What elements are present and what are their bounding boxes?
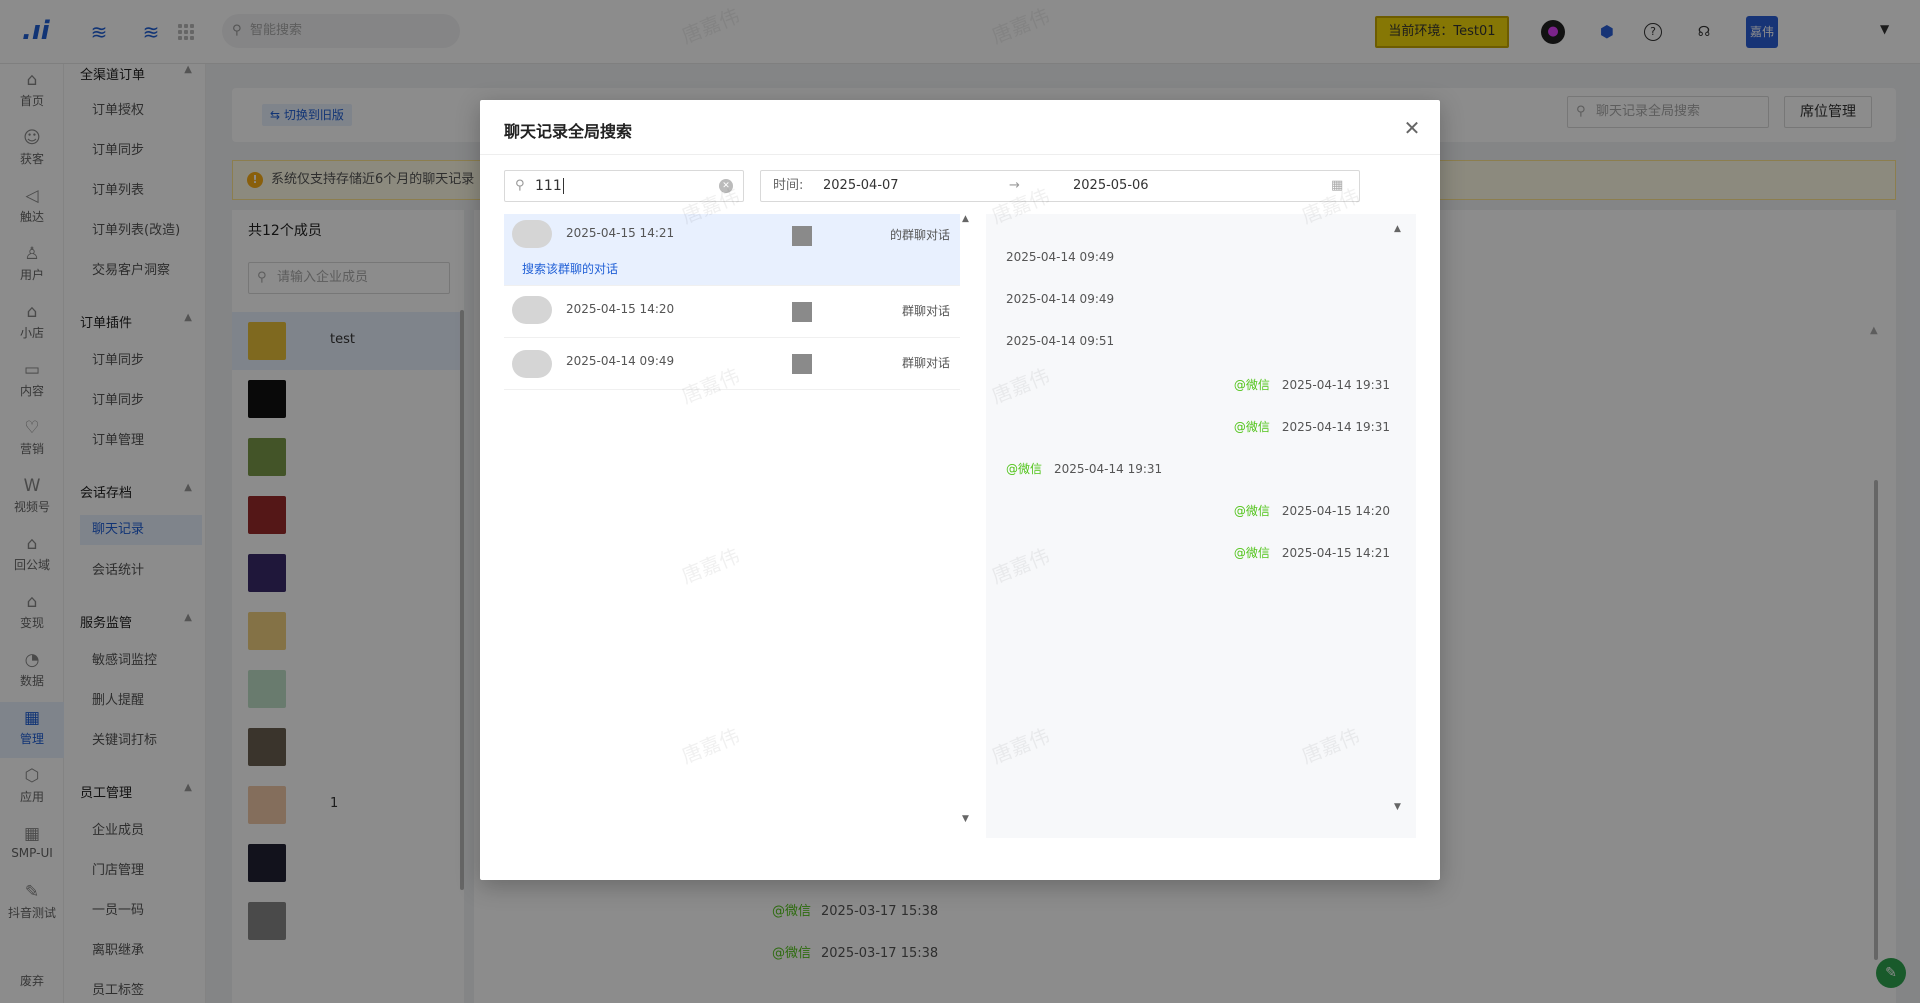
preview-scroll-up-icon[interactable]: ▲	[1394, 224, 1401, 234]
keyword-search-input[interactable]: ⚲ 111 ✕	[504, 170, 744, 202]
result-row[interactable]: 2025-04-14 09:49 群聊对话	[504, 340, 960, 390]
message-time: 2025-04-14 19:31	[1281, 420, 1390, 434]
result-time: 2025-04-15 14:21	[566, 226, 675, 240]
result-row[interactable]: 2025-04-15 14:20 群聊对话	[504, 288, 960, 338]
result-type: 的群聊对话	[889, 228, 950, 242]
message-meta: @微信 2025-04-15 14:20	[1234, 502, 1390, 519]
date-range-label: 时间:	[773, 178, 804, 193]
search-icon: ⚲	[515, 178, 525, 193]
result-type: 群聊对话	[901, 356, 950, 370]
wechat-tag: @微信	[1233, 504, 1270, 518]
date-range-picker[interactable]: 时间: 2025-04-07 → 2025-05-06 ▦	[760, 170, 1360, 202]
wechat-tag: @微信	[1006, 462, 1043, 476]
avatar	[512, 220, 552, 248]
message-meta: @微信 2025-04-14 19:31	[1234, 418, 1390, 435]
wechat-tag: @微信	[1233, 546, 1270, 560]
group-avatar	[792, 226, 812, 246]
close-icon[interactable]: ✕	[1400, 116, 1424, 140]
date-separator: →	[1009, 178, 1020, 193]
message-time: 2025-04-14 19:31	[1054, 462, 1163, 476]
search-result-list: 2025-04-15 14:21 的群聊对话 搜索该群聊的对话 2025-04-…	[504, 214, 960, 820]
date-start[interactable]: 2025-04-07	[823, 171, 899, 201]
clear-icon[interactable]: ✕	[719, 179, 733, 193]
message-time: 2025-04-14 09:49	[1006, 292, 1115, 306]
result-type: 群聊对话	[901, 304, 950, 318]
message-time: 2025-04-15 14:20	[1281, 504, 1390, 518]
message-time: 2025-04-14 09:51	[1006, 334, 1115, 348]
message-meta: 2025-04-14 09:49	[1006, 292, 1114, 306]
result-time: 2025-04-15 14:20	[566, 302, 675, 316]
message-meta: 2025-04-14 09:49	[1006, 250, 1114, 264]
group-avatar	[792, 354, 812, 374]
message-meta: @微信 2025-04-14 19:31	[1006, 460, 1162, 477]
message-meta: @微信 2025-04-15 14:21	[1234, 544, 1390, 561]
text-cursor	[562, 178, 564, 194]
message-time: 2025-04-14 19:31	[1281, 378, 1390, 392]
wechat-tag: @微信	[1233, 378, 1270, 392]
message-preview-panel: ▲ 2025-04-14 09:49 2025-04-14 09:49 2025…	[986, 214, 1416, 838]
modal-title: 聊天记录全局搜索	[504, 122, 633, 141]
divider	[480, 154, 1440, 155]
list-scroll-up-icon[interactable]: ▲	[962, 214, 969, 224]
message-time: 2025-04-15 14:21	[1281, 546, 1390, 560]
avatar	[512, 350, 552, 378]
message-time: 2025-04-14 09:49	[1006, 250, 1115, 264]
keyword-value: 111	[535, 178, 562, 194]
group-avatar	[792, 302, 812, 322]
search-group-chat-link[interactable]: 搜索该群聊的对话	[522, 260, 618, 277]
message-meta: @微信 2025-04-14 19:31	[1234, 376, 1390, 393]
wechat-tag: @微信	[1233, 420, 1270, 434]
avatar	[512, 296, 552, 324]
message-meta: 2025-04-14 09:51	[1006, 334, 1114, 348]
result-row[interactable]: 2025-04-15 14:21 的群聊对话 搜索该群聊的对话	[504, 214, 960, 286]
preview-scroll-down-icon[interactable]: ▼	[1394, 802, 1401, 812]
calendar-icon[interactable]: ▦	[1331, 171, 1343, 201]
date-end[interactable]: 2025-05-06	[1073, 171, 1149, 201]
list-scroll-down-icon[interactable]: ▼	[962, 814, 969, 824]
global-search-modal: 聊天记录全局搜索 ✕ ⚲ 111 ✕ 时间: 2025-04-07 → 2025…	[480, 100, 1440, 880]
result-time: 2025-04-14 09:49	[566, 354, 675, 368]
